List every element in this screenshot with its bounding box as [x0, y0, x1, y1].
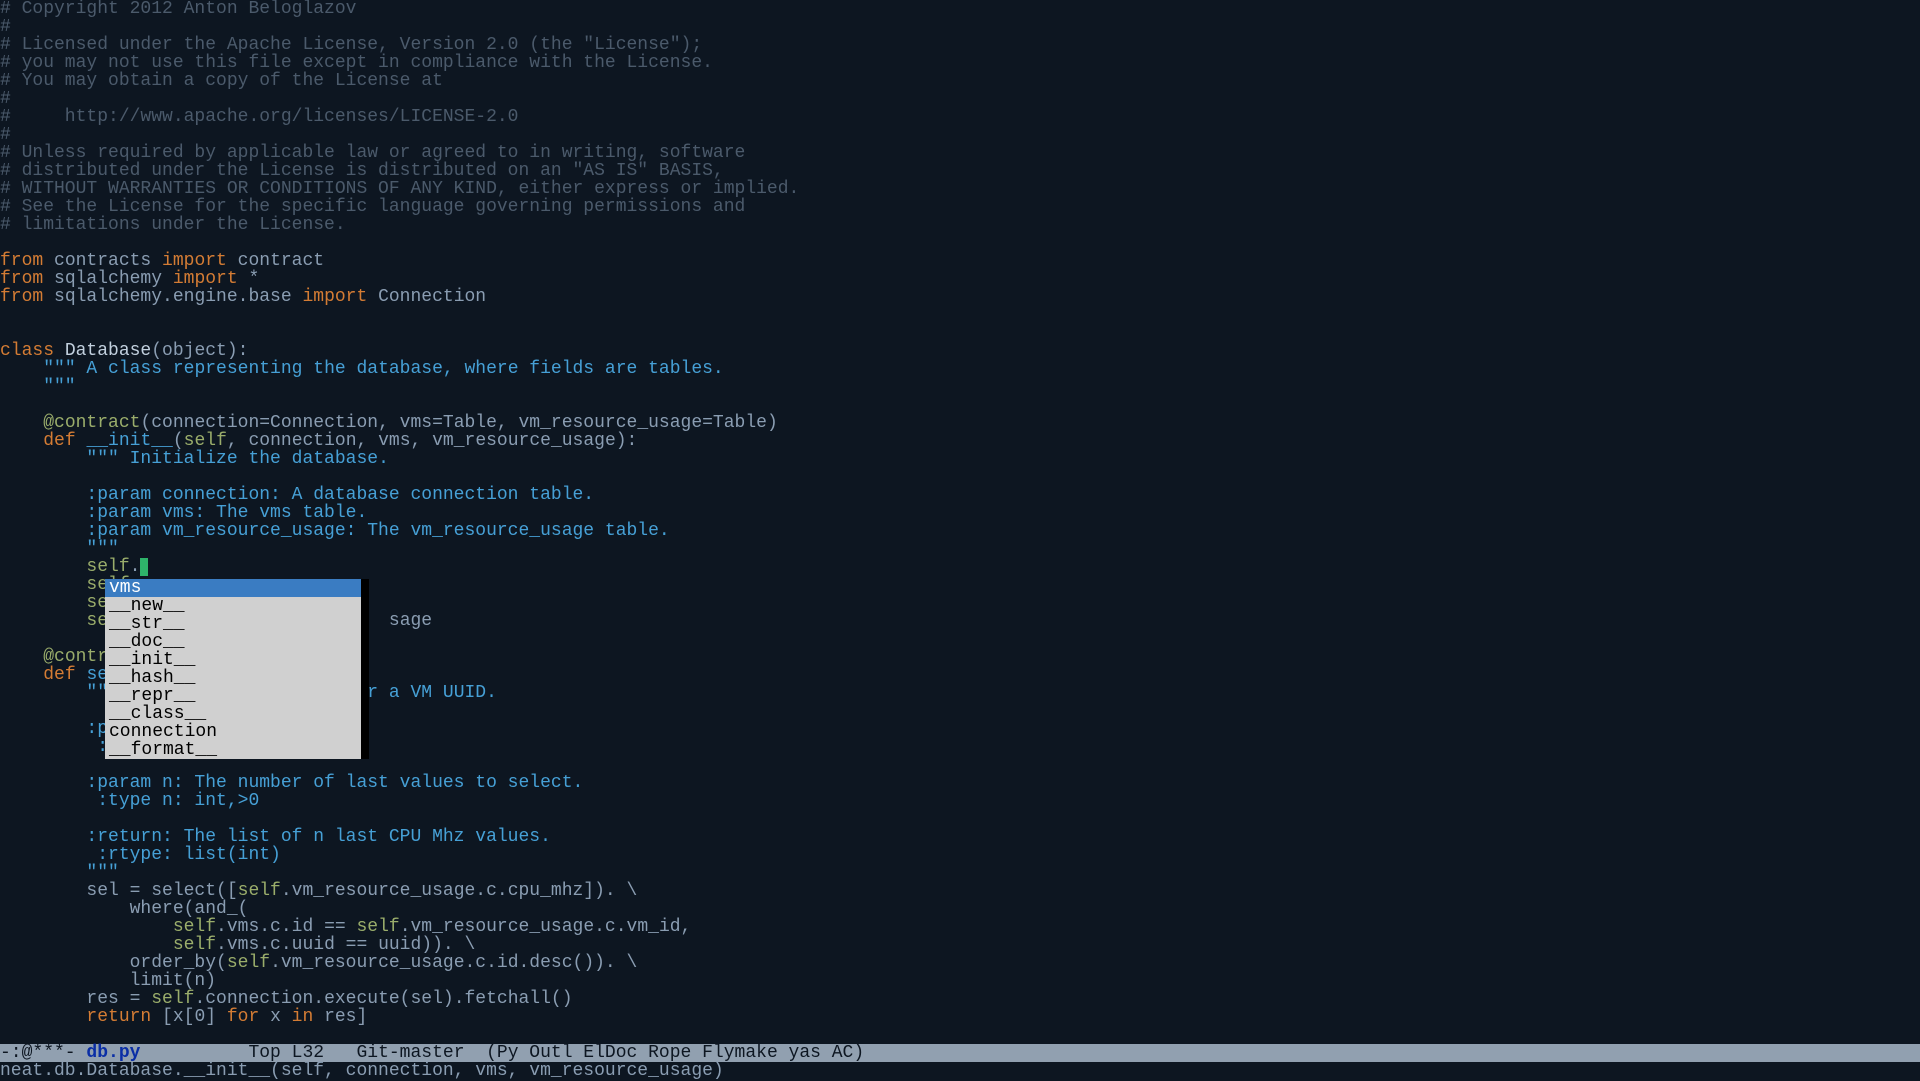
docstring-close: """	[0, 377, 76, 397]
kw-import: import	[302, 287, 367, 307]
comment-line: # Unless required by applicable law or a…	[0, 143, 745, 163]
buffer-name: db.py	[86, 1043, 140, 1063]
kw-self: self	[86, 557, 129, 577]
kw-class: class	[0, 341, 54, 361]
kw-from: from	[0, 269, 43, 289]
comment-line: #	[0, 17, 11, 37]
class-name: Database	[54, 341, 151, 361]
kw-in: in	[292, 1007, 314, 1027]
autocomplete-item[interactable]: __repr__	[105, 687, 361, 705]
comment-line: # Copyright 2012 Anton Beloglazov	[0, 0, 356, 19]
kw-def: def	[43, 431, 75, 451]
comment-line: # you may not use this file except in co…	[0, 53, 713, 73]
autocomplete-item[interactable]: __init__	[105, 651, 361, 669]
comment-line: # WITHOUT WARRANTIES OR CONDITIONS OF AN…	[0, 179, 799, 199]
decorator: @contract	[43, 413, 140, 433]
comment-line: #	[0, 125, 11, 145]
autocomplete-popup[interactable]: vms __new__ __str__ __doc__ __init__ __h…	[105, 579, 369, 759]
comment-line: # distributed under the License is distr…	[0, 161, 724, 181]
autocomplete-item[interactable]: connection	[105, 723, 361, 741]
autocomplete-item[interactable]: vms	[105, 579, 361, 597]
kw-return: return	[86, 1007, 151, 1027]
comment-line: # limitations under the License.	[0, 215, 346, 235]
minibuffer: neat.db.Database.__init__(self, connecti…	[0, 1062, 1920, 1080]
mode-line: -:@***- db.py Top L32 Git-master (Py Out…	[0, 1044, 1920, 1062]
comment-line: # You may obtain a copy of the License a…	[0, 71, 443, 91]
autocomplete-item[interactable]: __class__	[105, 705, 361, 723]
kw-for: for	[227, 1007, 259, 1027]
autocomplete-item[interactable]: __str__	[105, 615, 361, 633]
comment-line: # http://www.apache.org/licenses/LICENSE…	[0, 107, 518, 127]
kw-import: import	[173, 269, 238, 289]
autocomplete-item[interactable]: __hash__	[105, 669, 361, 687]
autocomplete-item[interactable]: __doc__	[105, 633, 361, 651]
comment-line: #	[0, 89, 11, 109]
kw-from: from	[0, 287, 43, 307]
autocomplete-item[interactable]: __format__	[105, 741, 361, 759]
kw-self: self	[184, 431, 227, 451]
method-name: __init__	[86, 431, 172, 451]
code-editor[interactable]: # Copyright 2012 Anton Beloglazov # # Li…	[0, 0, 1920, 1026]
kw-def: def	[43, 665, 75, 685]
text-cursor	[140, 558, 148, 576]
kw-import: import	[162, 251, 227, 271]
comment-line: # Licensed under the Apache License, Ver…	[0, 35, 702, 55]
kw-from: from	[0, 251, 43, 271]
comment-line: # See the License for the specific langu…	[0, 197, 745, 217]
autocomplete-item[interactable]: __new__	[105, 597, 361, 615]
docstring-open: """	[43, 359, 75, 379]
